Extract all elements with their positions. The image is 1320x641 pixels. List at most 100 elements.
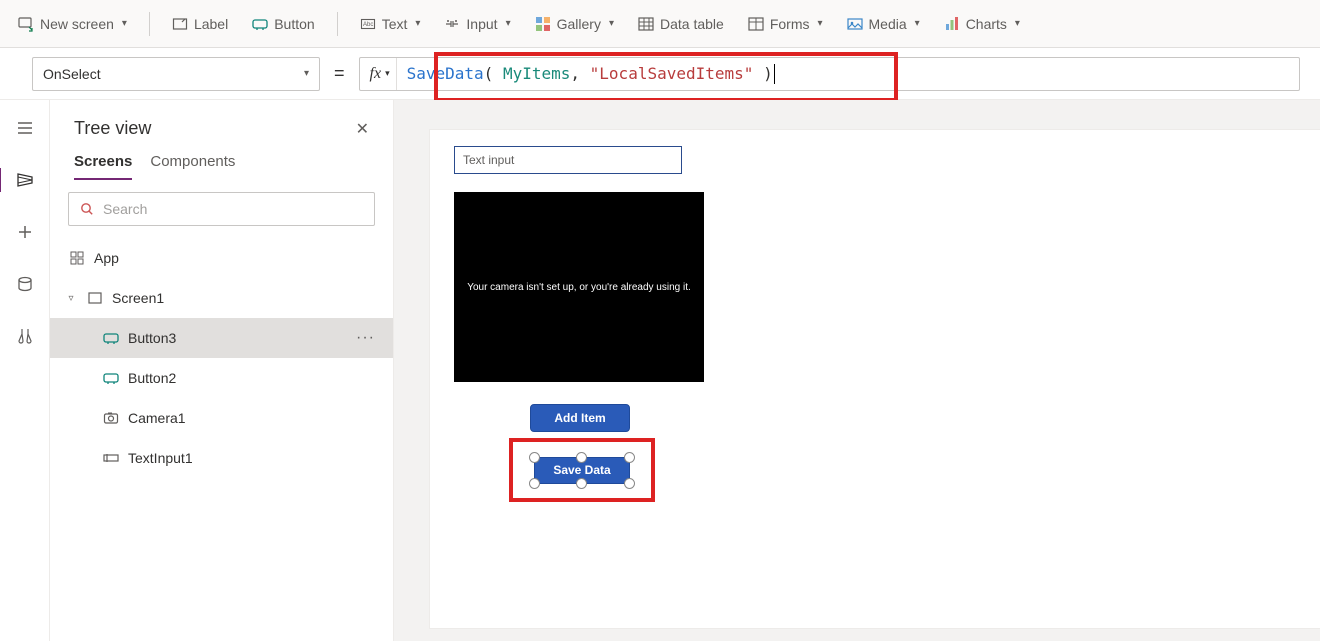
camera-message: Your camera isn't set up, or you're alre… [467, 282, 691, 293]
resize-handle[interactable] [624, 452, 635, 463]
token-space [580, 64, 590, 83]
chevron-down-icon: ▾ [817, 18, 822, 29]
tree-label: Button3 [128, 330, 176, 346]
charts-button[interactable]: Charts ▾ [934, 10, 1030, 38]
fx-button[interactable]: fx ▾ [360, 58, 397, 90]
resize-handle[interactable] [576, 452, 587, 463]
formula-input-box[interactable]: fx ▾ SaveData( MyItems, "LocalSavedItems… [359, 57, 1300, 91]
forms-icon [748, 16, 764, 32]
charts-icon [944, 16, 960, 32]
new-screen-icon [18, 16, 34, 32]
token-comma: , [570, 64, 580, 83]
tree-label: Screen1 [112, 290, 164, 306]
forms-label: Forms [770, 16, 810, 32]
rail-tree-view[interactable] [7, 166, 43, 194]
separator [149, 12, 150, 36]
new-screen-button[interactable]: New screen ▾ [8, 10, 137, 38]
formula-content[interactable]: SaveData( MyItems, "LocalSavedItems" ) [397, 58, 785, 90]
tree-tabs: Screens Components [50, 147, 393, 180]
new-screen-label: New screen [40, 16, 114, 32]
data-table-icon [638, 16, 654, 32]
label-icon [172, 16, 188, 32]
resize-handle[interactable] [529, 478, 540, 489]
label-button[interactable]: Label [162, 10, 238, 38]
token-space [753, 64, 763, 83]
tree-label: TextInput1 [128, 450, 193, 466]
add-item-button[interactable]: Add Item [530, 404, 630, 432]
rail-insert[interactable] [7, 218, 43, 246]
chevron-down-icon: ▾ [415, 18, 420, 29]
text-button[interactable]: Abc Text ▾ [350, 10, 431, 38]
tree-item-button3[interactable]: Button3 ··· [50, 318, 393, 358]
button-icon [102, 369, 120, 387]
button-label: Button [274, 16, 314, 32]
gallery-icon [535, 16, 551, 32]
text-cursor [774, 64, 775, 84]
gallery-label: Gallery [557, 16, 601, 32]
button-icon [102, 329, 120, 347]
tree-list: App ▿ Screen1 Button3 ··· Butto [50, 238, 393, 478]
rail-tools[interactable] [7, 322, 43, 350]
property-selector[interactable]: OnSelect ▾ [32, 57, 320, 91]
input-button[interactable]: Input ▾ [434, 10, 520, 38]
token-rparen: ) [763, 64, 773, 83]
media-icon [847, 16, 863, 32]
separator [337, 12, 338, 36]
text-input-icon [102, 449, 120, 467]
text-input-control[interactable]: Text input [454, 146, 682, 174]
main-area: Tree view ✕ Screens Components Search Ap… [0, 100, 1320, 641]
data-table-button[interactable]: Data table [628, 10, 734, 38]
token-lparen: ( [484, 64, 494, 83]
tree-label: App [94, 250, 119, 266]
rail-data[interactable] [7, 270, 43, 298]
tree-item-button2[interactable]: Button2 [50, 358, 393, 398]
tree-item-app[interactable]: App [50, 238, 393, 278]
tree-label: Button2 [128, 370, 176, 386]
media-button[interactable]: Media ▾ [837, 10, 930, 38]
tab-components[interactable]: Components [150, 153, 235, 180]
tree-item-screen[interactable]: ▿ Screen1 [50, 278, 393, 318]
text-icon: Abc [360, 16, 376, 32]
media-label: Media [869, 16, 907, 32]
tab-screens[interactable]: Screens [74, 153, 132, 180]
chevron-down-icon: ▾ [609, 18, 614, 29]
resize-handle[interactable] [624, 478, 635, 489]
token-space [493, 64, 503, 83]
chevron-down-icon: ▾ [304, 68, 309, 79]
gallery-button[interactable]: Gallery ▾ [525, 10, 624, 38]
resize-handle[interactable] [529, 452, 540, 463]
label-label: Label [194, 16, 228, 32]
token-string: "LocalSavedItems" [590, 64, 754, 83]
property-name: OnSelect [43, 66, 101, 82]
left-rail [0, 100, 50, 641]
input-icon [444, 16, 460, 32]
save-data-label: Save Data [553, 463, 610, 477]
tree-item-textinput1[interactable]: TextInput1 [50, 438, 393, 478]
resize-handle[interactable] [576, 478, 587, 489]
chevron-down-icon: ▾ [385, 68, 390, 79]
search-icon [79, 201, 95, 217]
formula-bar: OnSelect ▾ = fx ▾ SaveData( MyItems, "Lo… [0, 48, 1320, 100]
chevron-down-icon[interactable]: ▿ [64, 293, 78, 304]
more-icon[interactable]: ··· [356, 329, 381, 347]
tree-view-panel: Tree view ✕ Screens Components Search Ap… [50, 100, 394, 641]
rail-hamburger[interactable] [7, 114, 43, 142]
screen-artboard[interactable]: Text input Your camera isn't set up, or … [430, 130, 1320, 628]
tree-item-camera1[interactable]: Camera1 [50, 398, 393, 438]
close-icon[interactable]: ✕ [356, 119, 369, 139]
app-icon [68, 249, 86, 267]
screen-icon [86, 289, 104, 307]
input-label: Input [466, 16, 497, 32]
equals-sign: = [330, 63, 349, 84]
text-input-placeholder: Text input [463, 153, 514, 167]
tree-label: Camera1 [128, 410, 186, 426]
token-function: SaveData [407, 64, 484, 83]
forms-button[interactable]: Forms ▾ [738, 10, 833, 38]
button-button[interactable]: Button [242, 10, 324, 38]
camera-control[interactable]: Your camera isn't set up, or you're alre… [454, 192, 704, 382]
charts-label: Charts [966, 16, 1007, 32]
search-input[interactable]: Search [68, 192, 375, 226]
text-label: Text [382, 16, 408, 32]
save-data-button[interactable]: Save Data [534, 457, 630, 484]
camera-icon [102, 409, 120, 427]
